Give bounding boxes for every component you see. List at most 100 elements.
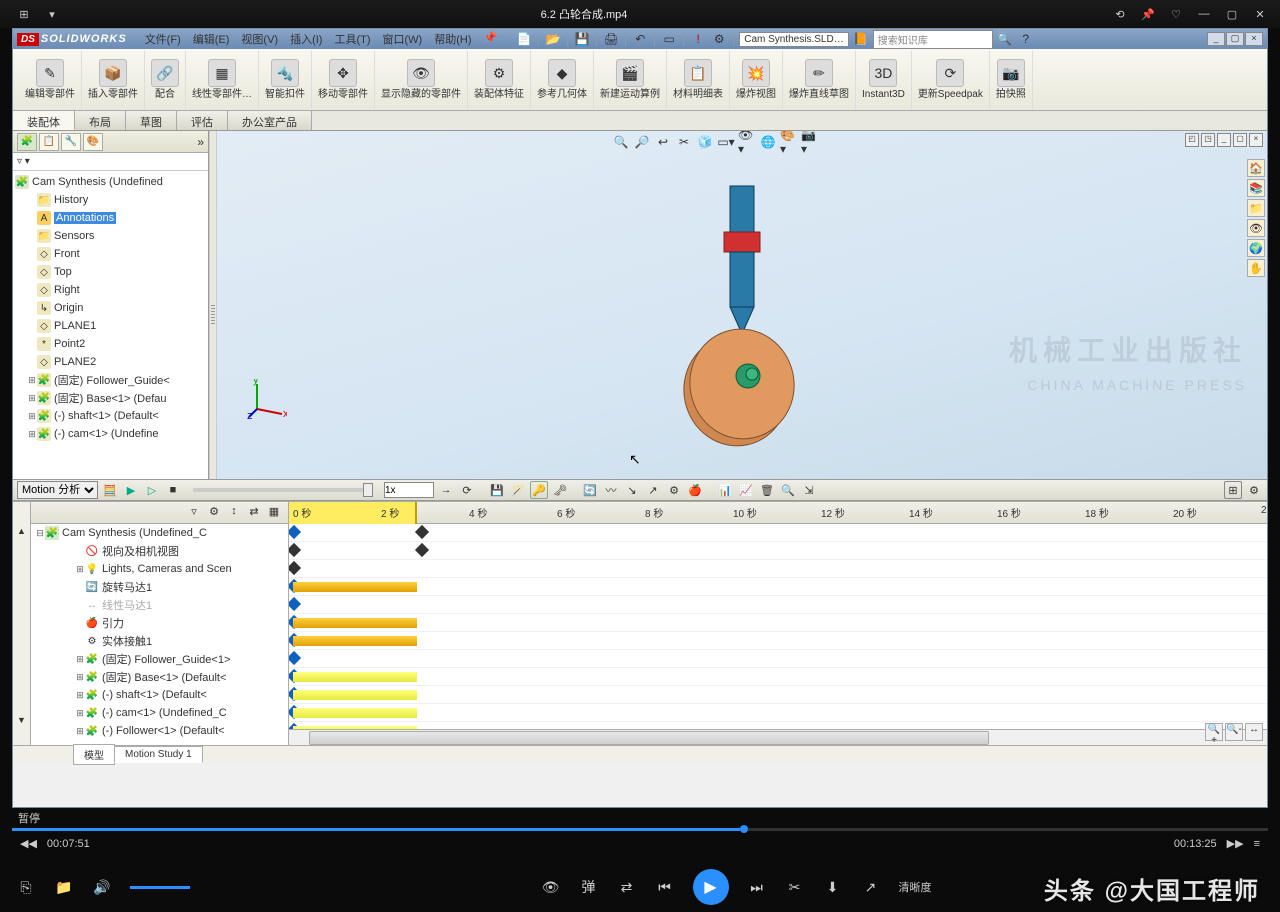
vp-appearance-icon[interactable]: 🌐 <box>759 133 777 151</box>
rib-show-hide[interactable]: 👁显示隐藏的零部件 <box>375 51 468 109</box>
motion-save-icon[interactable]: 💾 <box>488 481 506 499</box>
player-pin-icon[interactable]: 📌 <box>1136 4 1160 24</box>
motion-plot-icon[interactable]: 📈 <box>737 481 755 499</box>
rib-instant3d[interactable]: 3DInstant3D <box>856 51 912 109</box>
tl-h4-icon[interactable]: ▦ <box>266 505 282 521</box>
player-progress[interactable] <box>12 828 1268 831</box>
motion-next-icon[interactable]: → <box>437 481 455 499</box>
tl-item[interactable]: ⊞💡Lights, Cameras and Scen <box>31 560 288 578</box>
motion-stop-icon[interactable]: ■ <box>164 481 182 499</box>
motion-type-select[interactable]: Motion 分析 <box>17 481 98 499</box>
pc-volume-slider[interactable] <box>130 886 190 889</box>
tl-zoomfit-icon[interactable]: ↔ <box>1245 723 1263 741</box>
rib-linear-pattern[interactable]: ▦线性零部件… <box>186 51 259 109</box>
player-heart-icon[interactable]: ♡ <box>1164 4 1188 24</box>
motion-time-slider[interactable] <box>193 488 373 492</box>
vp-render-icon[interactable]: 📷▾ <box>801 133 819 151</box>
qat-open-icon[interactable]: 📂 <box>544 30 562 48</box>
player-minimize-icon[interactable]: — <box>1192 4 1216 24</box>
ft-root[interactable]: 🧩Cam Synthesis (Undefined <box>13 173 208 191</box>
tab-model[interactable]: 模型 <box>73 744 115 765</box>
motion-wizard-icon[interactable]: 🪄 <box>509 481 527 499</box>
motion-zoom-icon[interactable]: 🔍 <box>779 481 797 499</box>
rib-snapshot[interactable]: 📷拍快照 <box>990 51 1033 109</box>
tl-item[interactable]: ⊞🧩(固定) Base<1> (Default< <box>31 668 288 686</box>
viewport[interactable]: 🔍 🔎 ↩ ✂ 🧊 ▭▾ 👁▾ 🌐 🎨▾ 📷▾ ◰ ◳ _ ▢ × 🏠 <box>217 131 1267 479</box>
side-earth-icon[interactable]: 🌍 <box>1247 239 1265 257</box>
ft-item[interactable]: 📁History <box>13 191 208 209</box>
tab-sketch[interactable]: 草图 <box>126 111 177 130</box>
ft-filter[interactable]: ▿ ▾ <box>13 153 208 171</box>
motion-play-from-start-icon[interactable]: ▶ <box>122 481 140 499</box>
qat-help-icon[interactable]: ? <box>1017 30 1035 48</box>
pc-folder-icon[interactable]: 📁 <box>54 877 74 897</box>
inner-minimize-icon[interactable]: _ <box>1207 32 1225 46</box>
player-menu-icon[interactable]: ⊞ <box>12 4 36 24</box>
motion-motor-icon[interactable]: 🔄 <box>581 481 599 499</box>
menu-tools[interactable]: 工具(T) <box>328 29 376 49</box>
vp-display-icon[interactable]: ▭▾ <box>717 133 735 151</box>
motion-play-icon[interactable]: ▷ <box>143 481 161 499</box>
motion-force-icon[interactable]: ↗ <box>644 481 662 499</box>
ft-item[interactable]: 📁Sensors <box>13 227 208 245</box>
pc-prev-icon[interactable]: ⏮ <box>655 877 675 897</box>
tab-assembly[interactable]: 装配体 <box>13 111 75 130</box>
rib-edit-component[interactable]: ✎编辑零部件 <box>19 51 82 109</box>
vp-zoom-area-icon[interactable]: 🔎 <box>633 133 651 151</box>
vp-hide-icon[interactable]: 👁▾ <box>738 133 756 151</box>
rib-insert-component[interactable]: 📦插入零部件 <box>82 51 145 109</box>
inner-restore-icon[interactable]: ▢ <box>1226 32 1244 46</box>
player-list-icon[interactable]: ≡ <box>1254 838 1260 850</box>
motion-del-icon[interactable]: 🗑 <box>758 481 776 499</box>
pc-clarity[interactable]: 清晰度 <box>899 877 932 897</box>
vp-orient-icon[interactable]: 🧊 <box>696 133 714 151</box>
pc-share-icon[interactable]: ↗ <box>861 877 881 897</box>
search-input[interactable]: 搜索知识库 <box>873 30 993 49</box>
timeline-hscroll[interactable] <box>289 729 1267 745</box>
pc-eye-icon[interactable]: 👁 <box>541 877 561 897</box>
ft-tab-appearance-icon[interactable]: 🎨 <box>83 133 103 151</box>
player-next-track-icon[interactable]: ▶▶ <box>1227 838 1244 850</box>
ft-item[interactable]: ⊞🧩(固定) Follower_Guide< <box>13 371 208 389</box>
tab-office[interactable]: 办公室产品 <box>228 111 312 130</box>
timeline-grid[interactable]: 0 秒2 秒4 秒6 秒8 秒10 秒12 秒14 秒16 秒18 秒20 秒2… <box>289 502 1267 745</box>
motion-key2-icon[interactable]: 🗝 <box>551 481 569 499</box>
rib-assembly-feature[interactable]: ⚙装配体特征 <box>468 51 531 109</box>
tl-scroll-down-icon[interactable]: ▼ <box>17 715 26 725</box>
pc-download-icon[interactable]: ⬇ <box>823 877 843 897</box>
rib-exploded-view[interactable]: 💥爆炸视图 <box>730 51 783 109</box>
player-dropdown-icon[interactable]: ▾ <box>40 4 64 24</box>
vp-scene-icon[interactable]: 🎨▾ <box>780 133 798 151</box>
qat-save-icon[interactable]: 💾 <box>573 30 591 48</box>
player-close-icon[interactable]: ✕ <box>1248 4 1272 24</box>
tab-layout[interactable]: 布局 <box>75 111 126 130</box>
player-prev-icon[interactable]: ◀◀ <box>20 838 37 850</box>
ft-item[interactable]: ◇Right <box>13 281 208 299</box>
motion-contact-icon[interactable]: ⚙ <box>665 481 683 499</box>
pc-settings-icon[interactable]: ⇄ <box>617 877 637 897</box>
ft-item[interactable]: ◇PLANE1 <box>13 317 208 335</box>
tab-evaluate[interactable]: 评估 <box>177 111 228 130</box>
pc-volume-icon[interactable]: 🔊 <box>92 877 112 897</box>
qat-new-icon[interactable]: 📄 <box>515 30 533 48</box>
player-maximize-icon[interactable]: ▢ <box>1220 4 1244 24</box>
tl-item[interactable]: ⚙实体接触1 <box>31 632 288 650</box>
menu-help[interactable]: 帮助(H) <box>428 29 477 49</box>
tl-scroll-up-icon[interactable]: ▲ <box>17 526 26 536</box>
pc-loop-label[interactable]: 弹 <box>579 877 599 897</box>
tl-item[interactable]: 🚫视向及相机视图 <box>31 542 288 560</box>
ft-tab-config-icon[interactable]: 🔧 <box>61 133 81 151</box>
motion-spring-icon[interactable]: 〰 <box>602 481 620 499</box>
motion-key-icon[interactable]: 🔑 <box>530 481 548 499</box>
qat-options-icon[interactable]: ⚙ <box>710 30 728 48</box>
ft-tab-property-icon[interactable]: 📋 <box>39 133 59 151</box>
tl-zoomout-icon[interactable]: 🔍- <box>1225 723 1243 741</box>
qat-search-icon[interactable]: 🔍 <box>996 30 1014 48</box>
side-library-icon[interactable]: 📚 <box>1247 179 1265 197</box>
motion-gear-icon[interactable]: ⚙ <box>1245 481 1263 499</box>
vp-min-icon[interactable]: _ <box>1217 133 1231 147</box>
motion-results-icon[interactable]: 📊 <box>716 481 734 499</box>
motion-calc-icon[interactable]: 🧮 <box>101 481 119 499</box>
motion-speed-input[interactable] <box>384 482 434 498</box>
qat-undo-icon[interactable]: ↶ <box>631 30 649 48</box>
